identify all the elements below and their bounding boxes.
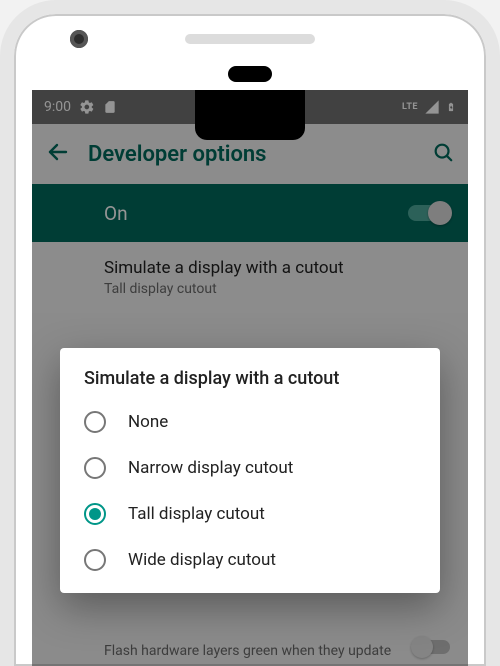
option-label: None xyxy=(128,412,168,432)
radio-icon xyxy=(84,457,106,479)
screen: 9:00 LTE Develo xyxy=(32,90,468,666)
dialog-option-none[interactable]: None xyxy=(70,399,430,445)
front-camera xyxy=(70,30,88,48)
option-label: Wide display cutout xyxy=(128,550,276,570)
cutout-dialog: Simulate a display with a cutout None Na… xyxy=(60,348,440,593)
sensor-pill xyxy=(228,66,272,82)
dialog-title: Simulate a display with a cutout xyxy=(70,368,430,399)
earpiece xyxy=(185,34,315,44)
phone-frame: 9:00 LTE Develo xyxy=(0,0,500,666)
option-label: Tall display cutout xyxy=(128,504,265,524)
radio-icon xyxy=(84,411,106,433)
dialog-option-tall[interactable]: Tall display cutout xyxy=(70,491,430,537)
radio-icon xyxy=(84,549,106,571)
radio-icon xyxy=(84,503,106,525)
dialog-option-wide[interactable]: Wide display cutout xyxy=(70,537,430,583)
option-label: Narrow display cutout xyxy=(128,458,293,478)
dialog-option-narrow[interactable]: Narrow display cutout xyxy=(70,445,430,491)
